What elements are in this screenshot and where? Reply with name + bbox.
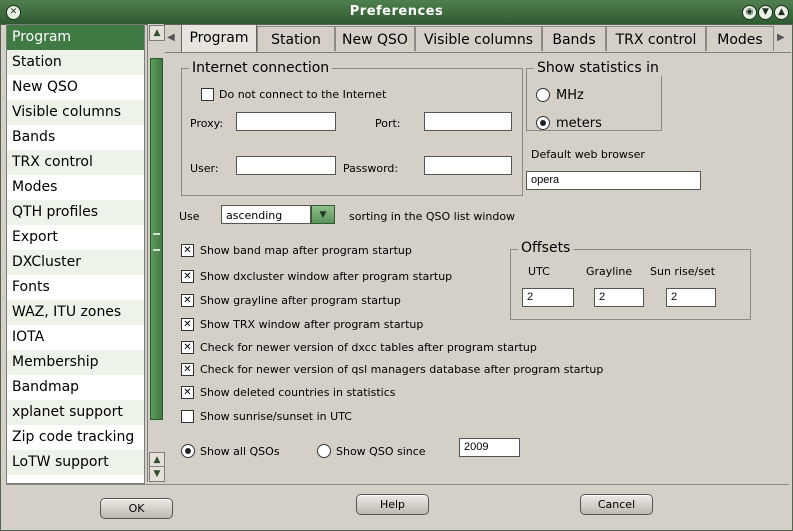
cancel-button[interactable]: Cancel <box>580 494 653 515</box>
grayline-label: Show grayline after program startup <box>200 294 401 307</box>
trx-window-label: Show TRX window after program startup <box>200 318 424 331</box>
grayline-offset-label: Grayline <box>586 265 633 278</box>
deleted-countries-label: Show deleted countries in statistics <box>200 386 396 399</box>
tab-bands[interactable]: Bands <box>542 26 606 51</box>
program-settings-panel: Internet connection Do not connect to th… <box>165 52 791 483</box>
dxcc-tables-checkbox[interactable]: ✕ <box>181 341 194 354</box>
sort-suffix-label: sorting in the QSO list window <box>349 210 516 223</box>
trx-window-checkbox[interactable]: ✕ <box>181 318 194 331</box>
proxy-label: Proxy: <box>190 117 224 130</box>
sunrise-utc-checkbox[interactable] <box>181 410 194 423</box>
qsl-managers-label: Check for newer version of qsl managers … <box>200 363 604 376</box>
sidebar-item-membership[interactable]: Membership <box>7 350 144 375</box>
password-label: Password: <box>343 162 399 175</box>
show-all-qsos-label: Show all QSOs <box>200 445 280 458</box>
proxy-input[interactable] <box>236 112 336 131</box>
web-browser-label: Default web browser <box>531 148 645 161</box>
sidebar-item-new-qso[interactable]: New QSO <box>7 75 144 100</box>
sun-offset-input[interactable] <box>666 288 716 307</box>
port-label: Port: <box>375 117 401 130</box>
mhz-label: MHz <box>556 88 584 103</box>
tab-modes[interactable]: Modes <box>706 26 774 51</box>
chevron-down-icon[interactable]: ▼ <box>311 205 335 224</box>
deleted-countries-checkbox[interactable]: ✕ <box>181 386 194 399</box>
sidebar-item-modes[interactable]: Modes <box>7 175 144 200</box>
no-internet-checkbox[interactable] <box>201 88 214 101</box>
grip-icon <box>153 233 160 251</box>
dxcluster-checkbox[interactable]: ✕ <box>181 270 194 283</box>
port-input[interactable] <box>424 112 512 131</box>
sidebar-item-qth-profiles[interactable]: QTH profiles <box>7 200 144 225</box>
use-label: Use <box>179 210 200 223</box>
sidebar-item-visible-columns[interactable]: Visible columns <box>7 100 144 125</box>
radio-selected-dot <box>185 448 191 454</box>
sidebar-item-station[interactable]: Station <box>7 50 144 75</box>
sidebar-item-waz-itu-zones[interactable]: WAZ, ITU zones <box>7 300 144 325</box>
meters-label: meters <box>556 116 602 131</box>
user-input[interactable] <box>236 156 336 175</box>
maximize-icon[interactable]: ▲ <box>774 5 789 20</box>
sidebar-item-trx-control[interactable]: TRX control <box>7 150 144 175</box>
sidebar-item-iota[interactable]: IOTA <box>7 325 144 350</box>
scroll-up-icon[interactable]: ▲ <box>149 25 165 41</box>
title-bar: ✕ Preferences ◉ ▼ ▲ <box>0 0 793 25</box>
window-title: Preferences <box>349 4 444 19</box>
button-separator <box>6 484 789 485</box>
web-browser-input[interactable] <box>526 171 701 190</box>
sun-offset-label: Sun rise/set <box>650 265 716 278</box>
sidebar-item-bands[interactable]: Bands <box>7 125 144 150</box>
meters-radio[interactable] <box>536 116 550 130</box>
sidebar-item-fonts[interactable]: Fonts <box>7 275 144 300</box>
password-input[interactable] <box>424 156 512 175</box>
tab-trx-control[interactable]: TRX control <box>606 26 706 51</box>
sidebar-item-program[interactable]: Program <box>7 25 144 50</box>
sunrise-utc-label: Show sunrise/sunset in UTC <box>200 410 352 423</box>
grayline-checkbox[interactable]: ✕ <box>181 294 194 307</box>
show-all-qsos-radio[interactable] <box>181 444 195 458</box>
ok-button[interactable]: OK <box>100 498 173 519</box>
scroll-down-icon[interactable]: ▼ <box>149 466 165 482</box>
tab-bar: ◀ Program Station New QSO Visible column… <box>165 24 790 53</box>
sidebar-item-bandmap[interactable]: Bandmap <box>7 375 144 400</box>
qso-since-year-input[interactable] <box>459 438 520 457</box>
band-map-label: Show band map after program startup <box>200 244 412 257</box>
user-label: User: <box>190 162 219 175</box>
utc-offset-label: UTC <box>528 265 550 278</box>
tab-scroll-right-icon[interactable]: ▶ <box>777 32 787 43</box>
sidebar-scrollbar[interactable]: ▲ ▲ ▼ <box>147 24 165 482</box>
dxcc-tables-label: Check for newer version of dxcc tables a… <box>200 341 537 354</box>
statistics-title: Show statistics in <box>534 60 662 76</box>
sidebar-item-lotw-support[interactable]: LoTW support <box>7 450 144 475</box>
internet-connection-title: Internet connection <box>189 60 333 76</box>
tab-visible-columns[interactable]: Visible columns <box>415 26 542 51</box>
no-internet-label: Do not connect to the Internet <box>219 88 387 101</box>
show-qso-since-label: Show QSO since <box>336 445 426 458</box>
radio-selected-dot <box>540 120 546 126</box>
scrollbar-thumb[interactable] <box>150 58 163 420</box>
sidebar-item-zip-code-tracking[interactable]: Zip code tracking <box>7 425 144 450</box>
sidebar-item-dxcluster[interactable]: DXCluster <box>7 250 144 275</box>
dxcluster-label: Show dxcluster window after program star… <box>200 270 453 283</box>
tab-station[interactable]: Station <box>257 26 335 51</box>
qsl-managers-checkbox[interactable]: ✕ <box>181 363 194 376</box>
menu-icon[interactable]: ◉ <box>742 5 757 20</box>
offsets-group <box>510 249 751 320</box>
utc-offset-input[interactable] <box>522 288 574 307</box>
show-qso-since-radio[interactable] <box>317 444 331 458</box>
tab-scroll-left-icon[interactable]: ◀ <box>167 32 177 43</box>
minimize-icon[interactable]: ▼ <box>758 5 773 20</box>
sidebar-item-export[interactable]: Export <box>7 225 144 250</box>
tab-new-qso[interactable]: New QSO <box>335 26 415 51</box>
tab-program[interactable]: Program <box>181 24 257 53</box>
help-button[interactable]: Help <box>356 494 429 515</box>
offsets-title: Offsets <box>518 240 574 256</box>
sort-order-select[interactable]: ascending <box>221 205 311 224</box>
mhz-radio[interactable] <box>536 88 550 102</box>
grayline-offset-input[interactable] <box>594 288 644 307</box>
band-map-checkbox[interactable]: ✕ <box>181 244 194 257</box>
sidebar-list: Program Station New QSO Visible columns … <box>6 24 145 484</box>
sidebar-item-xplanet-support[interactable]: xplanet support <box>7 400 144 425</box>
